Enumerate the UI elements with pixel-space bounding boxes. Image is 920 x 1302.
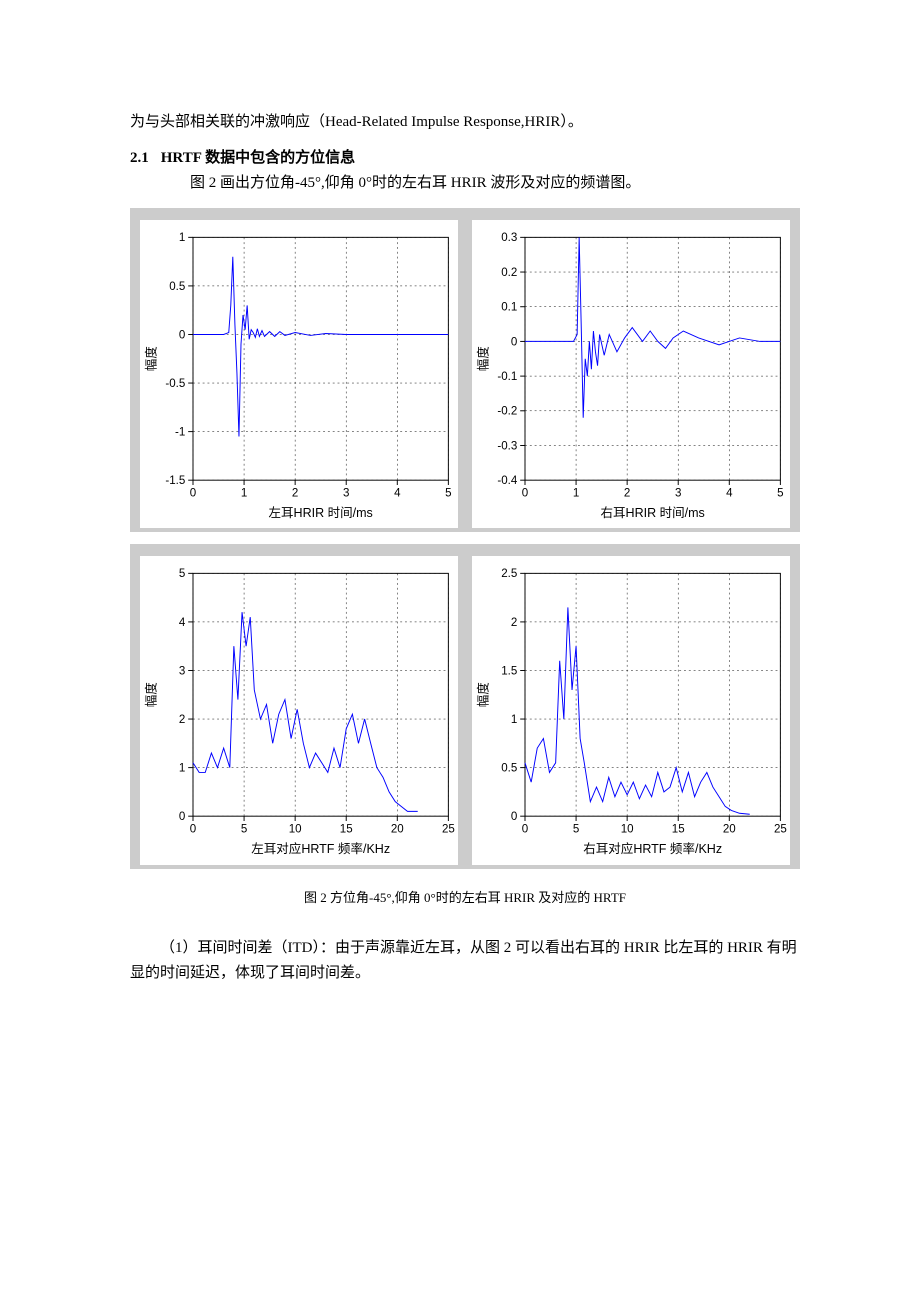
svg-text:0.5: 0.5 xyxy=(169,281,185,293)
svg-text:2: 2 xyxy=(292,488,298,500)
svg-text:-0.2: -0.2 xyxy=(497,406,517,418)
svg-text:25: 25 xyxy=(774,824,787,836)
svg-text:0: 0 xyxy=(522,824,528,836)
svg-text:1.5: 1.5 xyxy=(501,666,517,678)
figure-2-caption: 图 2 方位角-45°,仰角 0°时的左右耳 HRIR 及对应的 HRTF xyxy=(130,887,800,906)
svg-text:5: 5 xyxy=(179,569,185,581)
svg-text:1: 1 xyxy=(573,488,579,500)
svg-text:幅度: 幅度 xyxy=(475,682,490,708)
svg-text:0: 0 xyxy=(190,488,196,500)
svg-text:15: 15 xyxy=(340,824,353,836)
svg-text:1: 1 xyxy=(179,232,185,244)
svg-text:5: 5 xyxy=(445,488,451,500)
svg-text:-1.5: -1.5 xyxy=(165,475,185,487)
svg-text:右耳对应HRTF 频率/KHz: 右耳对应HRTF 频率/KHz xyxy=(583,841,722,856)
svg-text:3: 3 xyxy=(675,488,681,500)
svg-text:0: 0 xyxy=(190,824,196,836)
svg-text:10: 10 xyxy=(621,824,634,836)
svg-text:20: 20 xyxy=(723,824,736,836)
svg-text:3: 3 xyxy=(179,666,185,678)
svg-text:2: 2 xyxy=(179,714,185,726)
svg-text:3: 3 xyxy=(343,488,349,500)
svg-text:2.5: 2.5 xyxy=(501,569,517,581)
svg-text:-0.1: -0.1 xyxy=(497,371,517,383)
svg-text:15: 15 xyxy=(672,824,685,836)
svg-text:1: 1 xyxy=(511,714,517,726)
svg-text:5: 5 xyxy=(777,488,783,500)
svg-text:25: 25 xyxy=(442,824,455,836)
svg-text:0: 0 xyxy=(511,336,517,348)
itd-paragraph: （1）耳间时间差（ITD）：由于声源靠近左耳，从图 2 可以看出右耳的 HRIR… xyxy=(130,936,800,987)
svg-text:5: 5 xyxy=(241,824,247,836)
svg-text:右耳HRIR 时间/ms: 右耳HRIR 时间/ms xyxy=(601,506,705,520)
intro-paragraph-tail: 为与头部相关联的冲激响应（Head-Related Impulse Respon… xyxy=(130,110,800,136)
figure-2-row-2: 0510152025012345左耳对应HRTF 频率/KHz幅度 051015… xyxy=(130,544,800,868)
svg-text:-0.5: -0.5 xyxy=(165,378,185,390)
svg-text:-1: -1 xyxy=(175,426,185,438)
svg-text:0: 0 xyxy=(511,811,517,823)
svg-text:幅度: 幅度 xyxy=(475,346,490,372)
figure-2-row-1: 0 1 2 3 4 5 -1.5 -1 -0.5 0 0.5 1 左耳HRIR 时间/ms 幅度 0 1 2 3… xyxy=(130,208,800,532)
svg-text:-0.4: -0.4 xyxy=(497,475,517,487)
chart-right-hrtf: 0 5 10 15 20 25 0 0.5 1 1.5 2 2.5 右耳对应HRTF 频率/KHz 幅度 xyxy=(472,556,790,864)
chart-left-hrtf: 0 5 10 15 20 25 0 1 2 3 4 5 左耳对应HRTF 频率/KHz 幅度 xyxy=(140,556,458,864)
svg-text:4: 4 xyxy=(394,488,401,500)
section-title: HRTF 数据中包含的方位信息 xyxy=(161,150,355,166)
svg-text:1: 1 xyxy=(241,488,247,500)
svg-text:0: 0 xyxy=(179,811,185,823)
svg-text:0.3: 0.3 xyxy=(501,232,517,244)
svg-text:0.5: 0.5 xyxy=(501,763,517,775)
svg-text:左耳HRIR 时间/ms: 左耳HRIR 时间/ms xyxy=(269,506,373,520)
svg-text:1: 1 xyxy=(179,763,185,775)
svg-text:4: 4 xyxy=(726,488,733,500)
svg-text:幅度: 幅度 xyxy=(143,346,158,372)
chart-left-hrir: 0 1 2 3 4 5 -1.5 -1 -0.5 0 0.5 1 左耳HRIR 时间/ms 幅度 xyxy=(140,220,458,528)
svg-text:10: 10 xyxy=(289,824,302,836)
svg-text:0.2: 0.2 xyxy=(501,267,517,279)
svg-text:5: 5 xyxy=(573,824,579,836)
chart-right-hrir: 0 1 2 3 4 5 -0.4 -0.3 -0.2 -0.1 0 0.1 0.2 0.3 右耳HRIR 时… xyxy=(472,220,790,528)
svg-text:0: 0 xyxy=(522,488,528,500)
svg-text:4: 4 xyxy=(179,617,186,629)
svg-text:幅度: 幅度 xyxy=(143,682,158,708)
section-2-1-paragraph: 图 2 画出方位角-45°,仰角 0°时的左右耳 HRIR 波形及对应的频谱图。 xyxy=(130,171,800,197)
svg-text:2: 2 xyxy=(624,488,630,500)
section-number: 2.1 xyxy=(130,150,149,167)
svg-text:-0.3: -0.3 xyxy=(497,440,517,452)
svg-text:0: 0 xyxy=(179,329,185,341)
svg-text:2: 2 xyxy=(511,617,517,629)
svg-text:0.1: 0.1 xyxy=(501,302,517,314)
section-2-1-heading: 2.1 HRTF 数据中包含的方位信息 xyxy=(130,146,800,167)
svg-text:20: 20 xyxy=(391,824,404,836)
svg-text:左耳对应HRTF 频率/KHz: 左耳对应HRTF 频率/KHz xyxy=(251,841,390,856)
